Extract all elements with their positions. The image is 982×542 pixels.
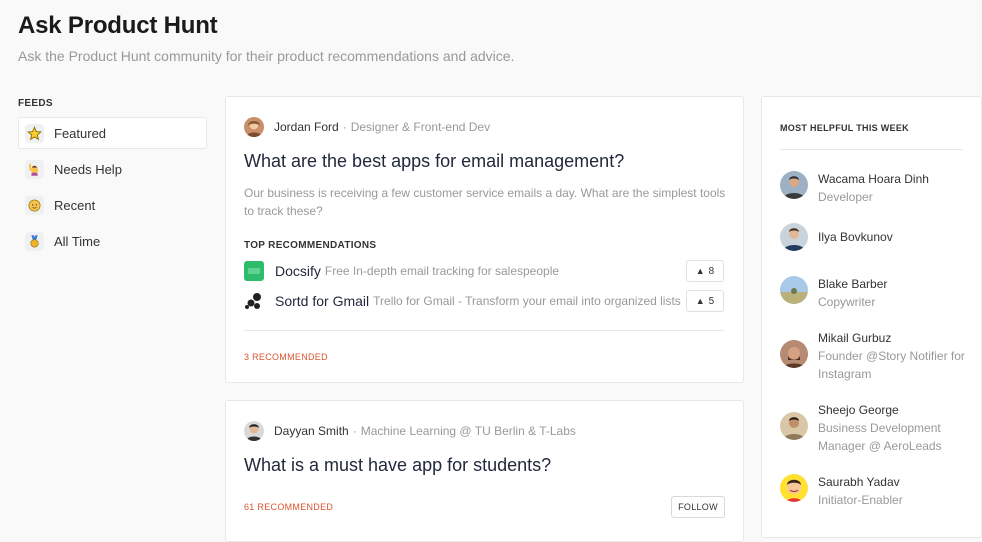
avatar[interactable] [244,421,264,441]
author-row: Dayyan Smith · Machine Learning @ TU Ber… [244,421,576,441]
helper-desc: Business Development Manager @ AeroLeads [818,421,942,453]
helpful-user[interactable]: Mikail Gurbuz Founder @Story Notifier fo… [780,330,970,383]
helper-name[interactable]: Ilya Bovkunov [818,229,893,245]
docsify-logo-icon [244,261,264,281]
avatar[interactable] [780,412,808,440]
helper-name[interactable]: Mikail Gurbuz [818,330,970,346]
separator-dot: · [342,120,347,134]
question-card: Jordan Ford · Designer & Front-end Dev W… [225,96,744,383]
recommendations-heading: TOP RECOMMENDATIONS [244,240,377,251]
feed-label: All Time [54,233,101,249]
author-row: Jordan Ford · Designer & Front-end Dev [244,117,490,137]
feeds-sidebar: FEEDS Featured Needs Help Recent All Tim… [18,98,207,261]
product-tagline: Free In-depth email tracking for salespe… [324,264,560,278]
divider [780,149,963,150]
divider [244,330,724,331]
question-title[interactable]: What are the best apps for email managem… [244,151,624,172]
helper-desc: Copywriter [818,295,876,309]
helper-desc: Initiator-Enabler [818,493,903,507]
question-body: Our business is receiving a few customer… [244,186,726,218]
avatar[interactable] [780,223,808,251]
page-header: Ask Product Hunt Ask the Product Hunt co… [18,12,514,64]
sortd-logo-icon [244,291,264,311]
baby-face-icon [25,195,44,215]
feed-label: Recent [54,197,96,213]
avatar[interactable] [780,340,808,368]
feed-item-all-time[interactable]: All Time [18,225,207,257]
helper-desc: Developer [818,190,873,204]
raising-hand-icon [25,159,44,179]
feed-item-featured[interactable]: Featured [18,117,207,149]
upvote-button[interactable]: ▲ 5 [686,290,724,312]
helpful-user[interactable]: Ilya Bovkunov [780,223,970,251]
feed-label: Needs Help [54,161,122,177]
helper-name[interactable]: Wacama Hoara Dinh [818,171,929,187]
author-role: Machine Learning @ TU Berlin & T-Labs [360,424,576,438]
feed-item-needs-help[interactable]: Needs Help [18,153,207,185]
most-helpful-heading: MOST HELPFUL THIS WEEK [780,123,909,133]
question-card: Dayyan Smith · Machine Learning @ TU Ber… [225,400,744,542]
recommended-count-link[interactable]: 61 RECOMMENDED [244,502,333,512]
recommendation-item[interactable]: Sortd for Gmail Trello for Gmail - Trans… [244,290,724,312]
author-name[interactable]: Jordan Ford [274,120,339,134]
page-subtitle: Ask the Product Hunt community for their… [18,48,515,64]
product-tagline: Trello for Gmail - Transform your email … [373,294,681,308]
vote-count: 8 [708,265,715,277]
product-name[interactable]: Sortd for Gmail [275,293,369,309]
recommendation-item[interactable]: Docsify Free In-depth email tracking for… [244,260,724,282]
helpful-user[interactable]: Wacama Hoara Dinh Developer [780,171,970,206]
feed-item-recent[interactable]: Recent [18,189,207,221]
helper-name[interactable]: Sheejo George [818,402,970,418]
author-role: Designer & Front-end Dev [350,120,491,134]
upvote-arrow-icon: ▲ [695,266,705,276]
avatar[interactable] [780,276,808,304]
avatar[interactable] [780,171,808,199]
helpful-user[interactable]: Saurabh Yadav Initiator-Enabler [780,474,970,509]
star-icon [25,123,44,143]
recommended-count-link[interactable]: 3 RECOMMENDED [244,352,328,362]
feeds-heading: FEEDS [18,98,53,109]
most-helpful-panel: MOST HELPFUL THIS WEEK Wacama Hoara Dinh… [761,96,982,538]
avatar[interactable] [244,117,264,137]
question-title[interactable]: What is a must have app for students? [244,455,551,476]
follow-button[interactable]: FOLLOW [671,496,725,518]
author-name[interactable]: Dayyan Smith [274,424,349,438]
separator-dot: · [352,424,357,438]
product-name[interactable]: Docsify [275,263,321,279]
feed-label: Featured [54,125,107,141]
upvote-button[interactable]: ▲ 8 [686,260,724,282]
medal-icon [25,231,44,251]
helper-desc: Founder @Story Notifier for Instagram [818,349,965,381]
page-title: Ask Product Hunt [18,12,218,39]
helpful-user[interactable]: Sheejo George Business Development Manag… [780,402,970,455]
upvote-arrow-icon: ▲ [695,296,705,306]
vote-count: 5 [708,295,715,307]
avatar[interactable] [780,474,808,502]
helper-name[interactable]: Blake Barber [818,276,887,292]
helper-name[interactable]: Saurabh Yadav [818,474,903,490]
helpful-user[interactable]: Blake Barber Copywriter [780,276,970,311]
